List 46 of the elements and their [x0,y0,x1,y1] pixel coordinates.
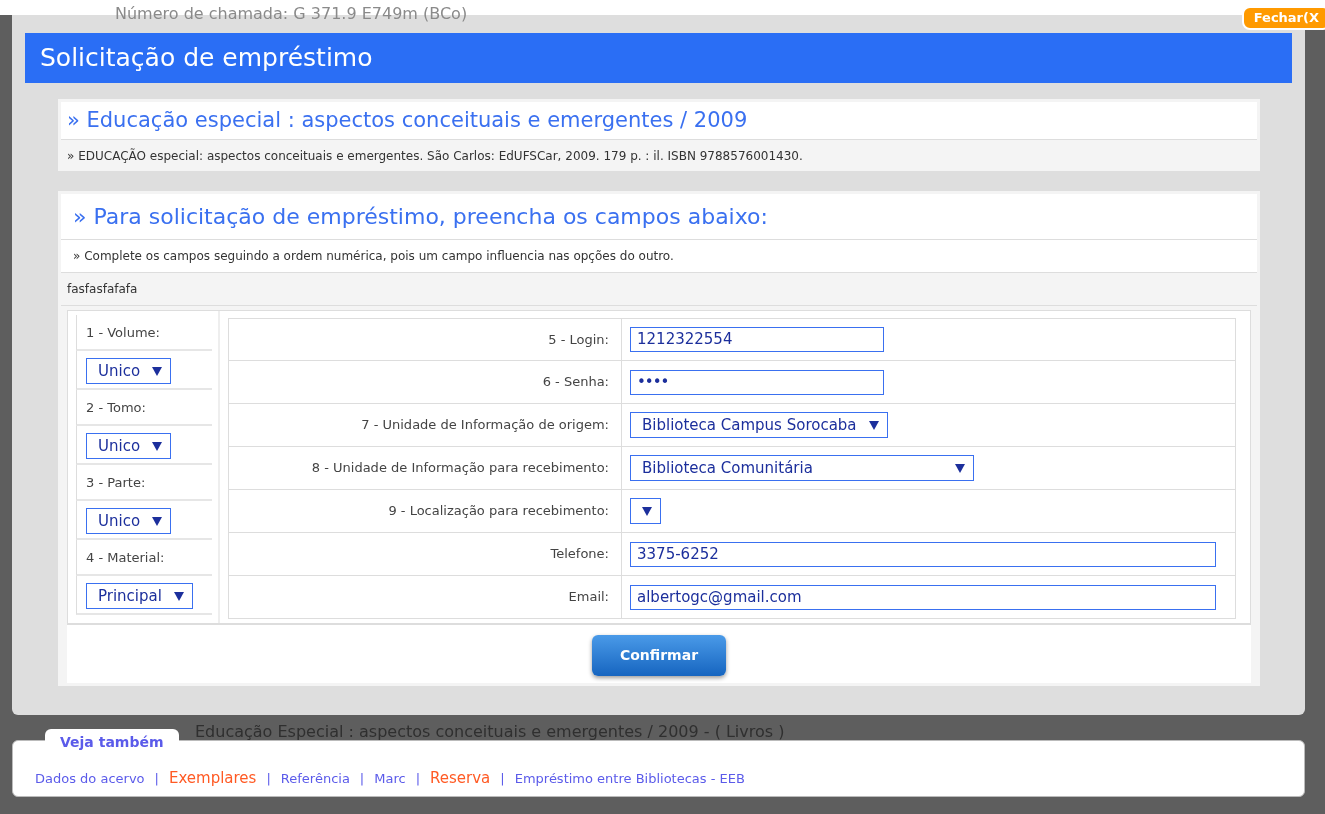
dropdown[interactable]: Biblioteca Comunitária [630,455,974,481]
dropdown[interactable]: Principal [86,583,193,609]
caret-icon [152,441,163,451]
confirm-button[interactable]: Confirmar [591,635,727,676]
field-label: 9 - Localização para recebimento: [388,502,609,521]
caret-icon [173,591,184,601]
field-label: Telefone: [550,545,609,564]
link[interactable]: Referência [280,768,350,788]
dropdown[interactable]: Unico [86,433,172,459]
separator: | [266,769,271,788]
field-label: 6 - Senha: [542,373,609,392]
field-label: 4 - Material: [86,550,165,565]
field-label: 2 - Tomo: [86,400,146,415]
dropdown[interactable] [630,498,661,524]
field-label: 5 - Login: [548,330,609,349]
field-label: 7 - Unidade de Informação de origem: [361,416,609,435]
dropdown[interactable]: Unico [86,508,172,534]
input-field[interactable]: 3375-6252 [630,541,1216,567]
separator: | [359,769,365,788]
link[interactable]: Empréstimo entre Bibliotecas - EEB [514,768,745,788]
form-instruction: » Complete os campos seguindo a ordem numérica, pois um campo influencia nas opções do outro. [61,240,1257,273]
link[interactable]: Marc [374,768,406,788]
dialog-title: Solicitação de empréstimo [25,33,1292,83]
book-reference: » EDUCAÇÃO especial: aspectos conceituais e emergentes. São Carlos: EdUFSCar, 2009. 179 p. : il. ISBN 9788576001430. [66,147,804,165]
caret-icon [868,420,879,430]
separator: | [154,769,159,788]
caret-icon [152,366,163,376]
book-title: » Educação especial : aspectos conceituais e emergentes / 2009 [61,101,1257,140]
link[interactable]: Dados do acervo [35,768,145,788]
field-label: 3 - Parte: [86,475,146,490]
form-heading: » Para solicitação de empréstimo, preencha os campos abaixo: [61,194,1257,240]
separator: | [415,769,421,788]
field-label: Email: [568,588,609,607]
form-note: fasfasfafafa [61,273,1257,306]
input-field[interactable]: albertogc@gmail.com [630,584,1216,610]
field-label: 8 - Unidade de Informação para recebimento: [311,459,609,478]
dropdown[interactable]: Unico [86,358,172,384]
caret-icon [642,506,652,516]
caret-icon [152,516,163,526]
background-text: Número de chamada: G 371.9 E749m (BCo) [115,3,468,25]
field-label: 1 - Volume: [86,325,160,340]
separator: | [500,769,505,788]
input-field[interactable]: 1212322554 [630,327,884,352]
dropdown[interactable]: Biblioteca Campus Sorocaba [630,412,888,438]
password-field[interactable]: •••• [630,369,884,395]
caret-icon [955,463,965,473]
